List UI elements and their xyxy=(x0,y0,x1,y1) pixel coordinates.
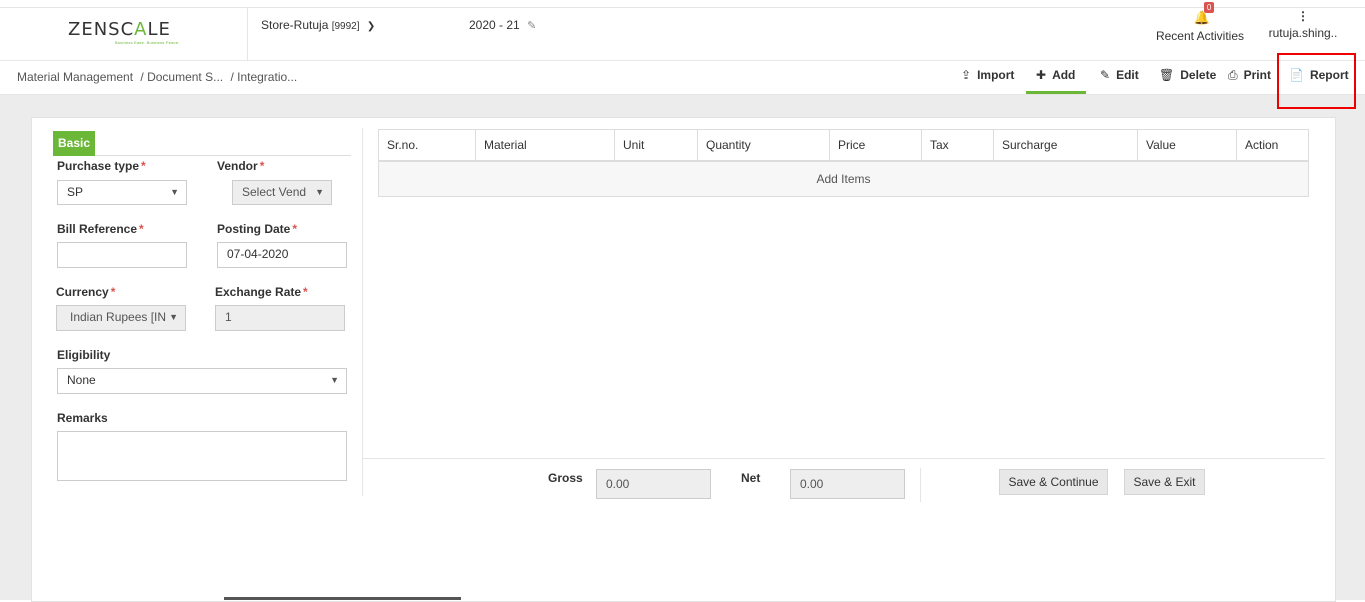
caret-down-icon: ▼ xyxy=(330,375,339,385)
notification-badge: 0 xyxy=(1203,2,1215,13)
caret-down-icon: ▼ xyxy=(170,187,179,197)
store-name: Store-Rutuja xyxy=(261,18,329,32)
breadcrumb: Material Management / Document S... / In… xyxy=(17,70,301,84)
delete-button[interactable]: 🗑 Delete xyxy=(1159,68,1216,88)
breadcrumb-item[interactable]: / Document S... xyxy=(140,70,223,84)
store-code: [9992] xyxy=(331,21,360,32)
breadcrumb-bar: Material Management / Document S... / In… xyxy=(0,61,1365,95)
col-surcharge: Surcharge xyxy=(993,129,1138,162)
recent-activities-label: Recent Activities xyxy=(1155,29,1245,43)
col-quantity: Quantity xyxy=(697,129,830,162)
financial-year[interactable]: 2020 - 21 ✎ xyxy=(469,18,536,32)
col-srno: Sr.no. xyxy=(378,129,476,162)
col-tax: Tax xyxy=(921,129,994,162)
user-menu[interactable]: ⋮ rutuja.shing.. xyxy=(1268,10,1338,40)
purchase-type-value: SP xyxy=(67,185,84,199)
items-table: Sr.no. Material Unit Quantity Price Tax … xyxy=(378,129,1309,197)
user-name: rutuja.shing.. xyxy=(1268,26,1338,40)
summary-vertical-divider xyxy=(920,468,921,502)
more-vertical-icon: ⋮ xyxy=(1297,9,1309,23)
print-button[interactable]: ⎙ Print xyxy=(1228,68,1271,88)
purchase-type-select[interactable]: SP ▼ xyxy=(57,180,187,205)
add-items-row: Add Items xyxy=(378,160,1309,197)
gross-label: Gross xyxy=(548,471,583,485)
tab-underline xyxy=(95,155,351,156)
breadcrumb-item[interactable]: Material Management xyxy=(17,70,133,84)
header-divider xyxy=(247,8,248,60)
remarks-textarea[interactable] xyxy=(57,431,347,481)
save-continue-button[interactable]: Save & Continue xyxy=(999,469,1108,495)
summary-divider xyxy=(363,458,1325,459)
caret-down-icon: ▼ xyxy=(169,312,178,322)
gross-value: 0.00 xyxy=(596,469,711,499)
upload-icon: ⇪ xyxy=(961,68,972,82)
posting-date-input[interactable]: 07-04-2020 xyxy=(217,242,347,268)
bell-icon: 🔔 0 xyxy=(1194,2,1215,26)
import-label: Import xyxy=(977,68,1015,82)
eligibility-select[interactable]: None ▼ xyxy=(57,368,347,394)
store-selector[interactable]: Store-Rutuja [9992] ❯ xyxy=(261,18,375,32)
breadcrumb-item[interactable]: / Integratio... xyxy=(230,70,297,84)
col-unit: Unit xyxy=(614,129,698,162)
trash-icon: 🗑 xyxy=(1159,68,1175,82)
zenscale-logo[interactable]: ZENSCALE Business Ease. Business Peace. xyxy=(68,20,180,50)
edit-label: Edit xyxy=(1116,68,1139,82)
printer-icon: ⎙ xyxy=(1228,68,1238,82)
vendor-label: Vendor * xyxy=(217,159,265,173)
logo-tagline: Business Ease. Business Peace. xyxy=(115,40,180,45)
add-items-button[interactable]: Add Items xyxy=(378,160,1309,197)
col-material: Material xyxy=(475,129,615,162)
posting-date-label: Posting Date * xyxy=(217,222,298,236)
vendor-value: Select Vend xyxy=(242,185,307,199)
eligibility-value: None xyxy=(67,373,96,387)
delete-label: Delete xyxy=(1180,68,1217,82)
currency-select[interactable]: Indian Rupees [IN ▼ xyxy=(56,305,186,331)
active-tab-indicator xyxy=(1026,91,1086,94)
edit-icon[interactable]: ✎ xyxy=(527,20,536,32)
col-action: Action xyxy=(1236,129,1309,162)
save-exit-button[interactable]: Save & Exit xyxy=(1124,469,1205,495)
bill-reference-input[interactable] xyxy=(57,242,187,268)
plus-icon: ✚ xyxy=(1036,68,1047,82)
table-header-row: Sr.no. Material Unit Quantity Price Tax … xyxy=(378,129,1309,162)
recent-activities[interactable]: 🔔 0 Recent Activities xyxy=(1156,2,1247,43)
currency-label: Currency * xyxy=(56,285,116,299)
net-value: 0.00 xyxy=(790,469,905,499)
form-divider xyxy=(362,128,363,496)
eligibility-label: Eligibility xyxy=(57,348,111,362)
tab-basic[interactable]: Basic xyxy=(53,131,95,156)
purchase-type-label: Purchase type * xyxy=(57,159,146,173)
add-label: Add xyxy=(1052,68,1076,82)
report-highlight-box xyxy=(1277,53,1356,109)
vendor-select[interactable]: Select Vend ▼ xyxy=(232,180,332,205)
import-button[interactable]: ⇪ Import xyxy=(961,68,1014,88)
year-label: 2020 - 21 xyxy=(469,18,520,32)
print-label: Print xyxy=(1243,68,1271,82)
col-price: Price xyxy=(829,129,922,162)
exchange-rate-input[interactable]: 1 xyxy=(215,305,345,331)
col-value: Value xyxy=(1137,129,1237,162)
chevron-down-icon: ❯ xyxy=(366,21,376,32)
remarks-label: Remarks xyxy=(57,411,108,425)
caret-down-icon: ▼ xyxy=(315,187,324,197)
bill-reference-label: Bill Reference * xyxy=(57,222,144,236)
exchange-rate-label: Exchange Rate * xyxy=(215,285,308,299)
currency-value: Indian Rupees [IN xyxy=(70,310,167,324)
add-button[interactable]: ✚ Add xyxy=(1036,68,1075,88)
logo-wordmark: ZENSCALE xyxy=(68,19,171,40)
edit-icon: ✎ xyxy=(1100,68,1111,82)
top-strip xyxy=(0,0,1365,8)
edit-button[interactable]: ✎ Edit xyxy=(1100,68,1139,88)
net-label: Net xyxy=(741,471,761,485)
